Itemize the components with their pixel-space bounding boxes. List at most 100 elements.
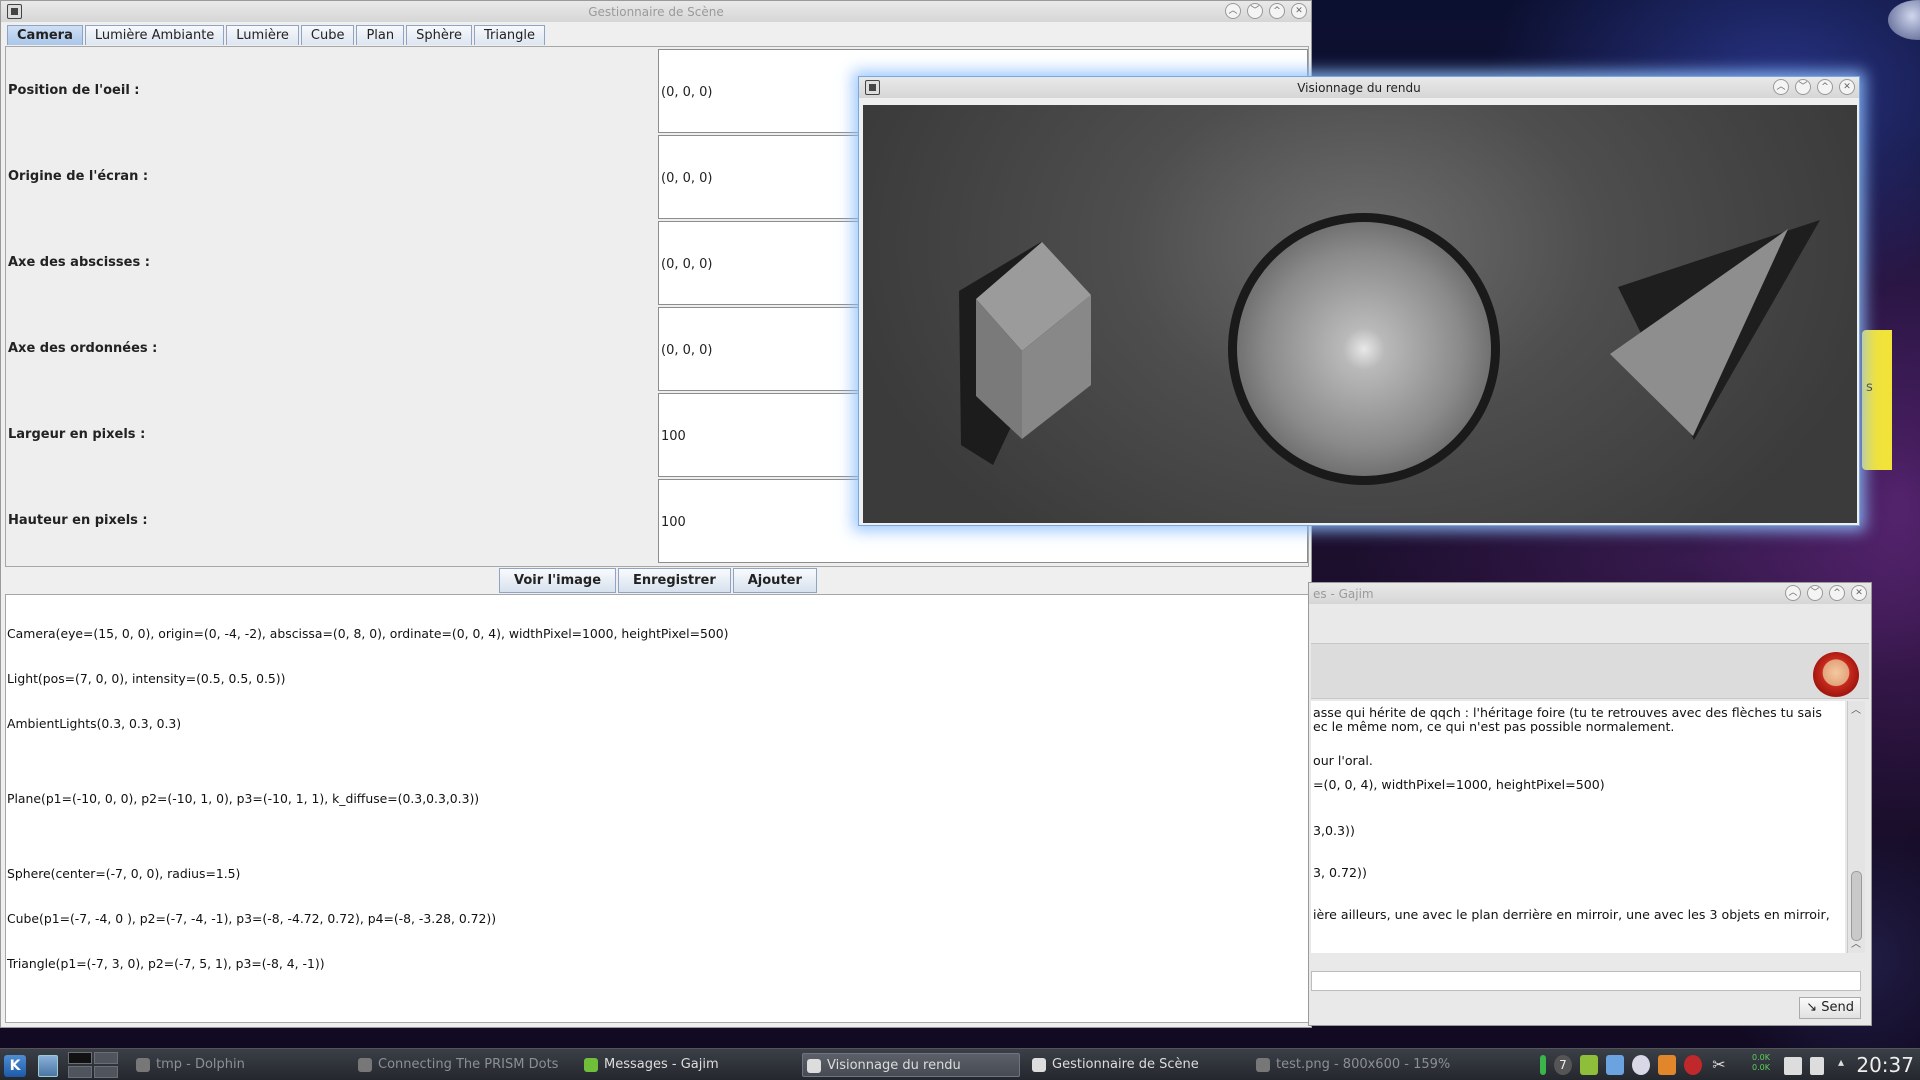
taskbar: K tmp - Dolphin Connecting The PRISM Dot…: [0, 1048, 1920, 1080]
gajim-titlebar[interactable]: es - Gajim ︿ ﹀ ^ ✕: [1309, 583, 1871, 604]
view-image-button[interactable]: Voir l'image: [499, 568, 617, 593]
chat-line: =(0, 0, 4), widthPixel=1000, heightPixel…: [1313, 777, 1605, 792]
task-label: tmp - Dolphin: [156, 1057, 245, 1072]
chat-line: asse qui hérite de qqch : l'héritage foi…: [1313, 705, 1822, 720]
contact-banner: [1311, 643, 1869, 699]
scene-manager-titlebar[interactable]: Gestionnaire de Scène ︿ ﹀ ^ ✕: [1, 1, 1311, 22]
scene-line: AmbientLights(0.3, 0.3, 0.3): [7, 716, 182, 731]
render-titlebar[interactable]: Visionnage du rendu ︿ ﹀ ^ ✕: [859, 77, 1859, 98]
scene-line: Plane(p1=(-10, 0, 0), p2=(-10, 1, 0), p3…: [7, 791, 480, 806]
scene-line: Camera(eye=(15, 0, 0), origin=(0, -4, -2…: [7, 626, 729, 641]
desktop-orb: [1888, 0, 1920, 40]
folder-icon: [136, 1058, 150, 1072]
maximize-icon[interactable]: ^: [1817, 79, 1833, 95]
gajim-icon: [584, 1058, 598, 1072]
close-icon[interactable]: ✕: [1291, 3, 1307, 19]
app-menu-icon[interactable]: [7, 4, 22, 19]
eye-position-label: Position de l'oeil :: [8, 83, 140, 98]
sticky-note-text: s: [1866, 380, 1873, 395]
task-render-viewer[interactable]: Visionnage du rendu: [802, 1053, 1020, 1077]
tab-cube[interactable]: Cube: [300, 25, 355, 45]
shield-icon[interactable]: [1684, 1055, 1702, 1075]
weather-icon[interactable]: [1632, 1055, 1650, 1075]
desktop-3[interactable]: [68, 1066, 92, 1078]
clipboard-icon[interactable]: [1658, 1055, 1676, 1075]
maximize-icon[interactable]: ^: [1269, 3, 1285, 19]
rendered-scene: [959, 213, 1820, 485]
help-icon[interactable]: 7: [1554, 1055, 1572, 1075]
add-button[interactable]: Ajouter: [732, 568, 817, 593]
kde-menu-icon[interactable]: K: [4, 1055, 26, 1077]
gajim-title: es - Gajim: [1313, 586, 1374, 601]
scrollbar-thumb[interactable]: [1851, 871, 1862, 941]
send-label: Send: [1821, 1000, 1854, 1015]
task-dolphin[interactable]: tmp - Dolphin: [132, 1053, 342, 1077]
calendar-icon[interactable]: [1606, 1055, 1624, 1075]
tab-camera[interactable]: Camera: [7, 25, 83, 45]
file-manager-launcher-icon[interactable]: [38, 1055, 58, 1077]
app-menu-icon[interactable]: [865, 80, 880, 95]
network-speed: 0.0K 0.0K: [1752, 1053, 1770, 1073]
width-pixels-label: Largeur en pixels :: [8, 427, 146, 442]
net-down: 0.0K: [1752, 1063, 1770, 1072]
action-buttons: Voir l'image Enregistrer Ajouter: [499, 568, 817, 593]
scissors-icon[interactable]: ✂: [1710, 1055, 1728, 1075]
clock[interactable]: 20:37: [1856, 1053, 1914, 1077]
screen-origin-label: Origine de l'écran :: [8, 169, 149, 184]
desktop-pager[interactable]: [68, 1052, 118, 1078]
tab-triangle[interactable]: Triangle: [473, 25, 546, 45]
height-pixels-label: Hauteur en pixels :: [8, 513, 148, 528]
task-prism[interactable]: Connecting The PRISM Dots: [354, 1053, 574, 1077]
close-icon[interactable]: ✕: [1839, 79, 1855, 95]
render-title: Visionnage du rendu: [1297, 80, 1421, 95]
keep-above-icon[interactable]: ︿: [1785, 585, 1801, 601]
task-gajim[interactable]: Messages - Gajim: [580, 1053, 790, 1077]
message-input[interactable]: [1311, 971, 1861, 991]
minimize-icon[interactable]: ﹀: [1795, 79, 1811, 95]
gajim-tray-icon[interactable]: [1580, 1055, 1598, 1075]
desktop-1[interactable]: [68, 1052, 92, 1064]
chat-line: 3,0.3)): [1313, 823, 1355, 838]
tab-ambient-light[interactable]: Lumière Ambiante: [84, 25, 225, 45]
send-button[interactable]: ↘ Send: [1799, 997, 1861, 1019]
scroll-down-icon[interactable]: ︿: [1851, 935, 1861, 950]
avatar[interactable]: [1813, 652, 1859, 698]
minimize-icon[interactable]: ﹀: [1247, 3, 1263, 19]
maximize-icon[interactable]: ^: [1829, 585, 1845, 601]
chat-line: our l'oral.: [1313, 753, 1373, 768]
tab-light[interactable]: Lumière: [226, 25, 299, 45]
battery-icon[interactable]: [1540, 1055, 1546, 1075]
task-image-viewer[interactable]: test.png - 800x600 - 159%: [1252, 1053, 1492, 1077]
window-title: Gestionnaire de Scène: [588, 4, 724, 19]
chat-scrollbar[interactable]: ︿ ︿: [1847, 701, 1865, 953]
send-icon: ↘: [1806, 1000, 1818, 1015]
task-scene-manager[interactable]: Gestionnaire de Scène: [1028, 1053, 1248, 1077]
scene-line: Sphere(center=(-7, 0, 0), radius=1.5): [7, 866, 241, 881]
keep-above-icon[interactable]: ︿: [1773, 79, 1789, 95]
tab-sphere[interactable]: Sphère: [406, 25, 472, 45]
sticky-note[interactable]: s: [1862, 330, 1892, 470]
desktop-2[interactable]: [94, 1052, 118, 1064]
scene-line: Light(pos=(7, 0, 0), intensity=(0.5, 0.5…: [7, 671, 286, 686]
close-icon[interactable]: ✕: [1851, 585, 1867, 601]
ordinate-label: Axe des ordonnées :: [8, 341, 158, 356]
desktop-4[interactable]: [94, 1066, 118, 1078]
scroll-up-icon[interactable]: ︿: [1851, 701, 1861, 716]
tray-expand-icon[interactable]: ▴: [1838, 1055, 1844, 1069]
chat-history[interactable]: asse qui hérite de qqch : l'héritage foi…: [1311, 701, 1845, 953]
tab-bar: Camera Lumière Ambiante Lumière Cube Pla…: [7, 25, 547, 46]
save-button[interactable]: Enregistrer: [618, 568, 731, 593]
network-icon[interactable]: [1784, 1057, 1802, 1075]
tab-plane[interactable]: Plan: [356, 25, 405, 45]
minimize-icon[interactable]: ﹀: [1807, 585, 1823, 601]
task-label: test.png - 800x600 - 159%: [1276, 1057, 1451, 1072]
notes-icon[interactable]: [1810, 1057, 1824, 1075]
task-label: Gestionnaire de Scène: [1052, 1057, 1199, 1072]
browser-icon: [358, 1058, 372, 1072]
scene-description-textarea[interactable]: Camera(eye=(15, 0, 0), origin=(0, -4, -2…: [5, 594, 1309, 1023]
keep-above-icon[interactable]: ︿: [1225, 3, 1241, 19]
task-label: Messages - Gajim: [604, 1057, 719, 1072]
net-up: 0.0K: [1752, 1053, 1770, 1062]
triangle: [1610, 229, 1788, 436]
java-app-icon: [807, 1059, 821, 1073]
